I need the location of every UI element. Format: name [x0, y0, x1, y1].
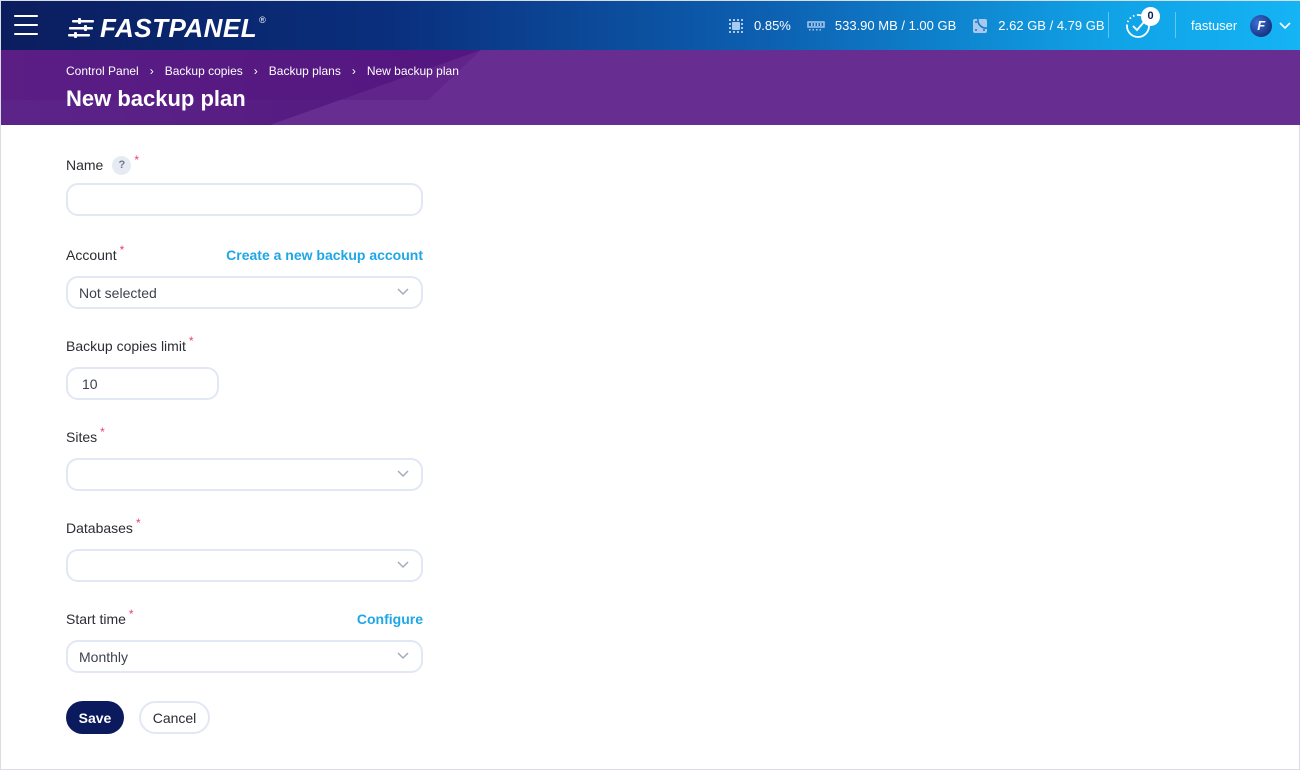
- account-field: Account * Create a new backup account No…: [66, 243, 423, 309]
- ram-icon: [807, 20, 825, 30]
- cpu-icon: [729, 18, 743, 33]
- breadcrumb-backup-plans[interactable]: Backup plans: [269, 64, 341, 78]
- disk-value: 2.62 GB / 4.79 GB: [998, 18, 1105, 33]
- cancel-button[interactable]: Cancel: [139, 701, 210, 734]
- user-menu[interactable]: fastuser F: [1191, 1, 1291, 50]
- divider: [1175, 12, 1176, 38]
- breadcrumb-current: New backup plan: [366, 64, 459, 78]
- databases-select[interactable]: [66, 549, 423, 582]
- required-mark: *: [134, 153, 140, 167]
- start-time-label: Start time: [66, 611, 126, 627]
- form-actions: Save Cancel: [66, 701, 210, 734]
- create-backup-account-link[interactable]: Create a new backup account: [226, 247, 423, 263]
- chevron-right-icon: ›: [351, 64, 356, 78]
- breadcrumb-control-panel[interactable]: Control Panel: [66, 64, 139, 78]
- account-select-value: Not selected: [79, 284, 157, 301]
- configure-link[interactable]: Configure: [357, 611, 423, 627]
- start-time-select-value: Monthly: [79, 648, 129, 665]
- backup-limit-field: Backup copies limit * 10: [66, 334, 423, 400]
- sites-field: Sites *: [66, 425, 423, 491]
- name-label: Name: [66, 157, 104, 173]
- backup-limit-input[interactable]: 10: [66, 367, 219, 400]
- disk-icon: [973, 18, 988, 33]
- databases-label: Databases: [66, 520, 133, 536]
- server-stats: 0.85% 533.90 MB / 1.00 GB 2.62 GB / 4.79…: [728, 1, 1121, 50]
- required-mark: *: [135, 516, 141, 530]
- start-time-select[interactable]: Monthly: [66, 640, 423, 673]
- databases-field: Databases *: [66, 516, 423, 582]
- cpu-stat: 0.85%: [728, 18, 791, 34]
- disk-stat: 2.62 GB / 4.79 GB: [972, 18, 1105, 34]
- page-title: New backup plan: [66, 86, 246, 111]
- required-mark: *: [188, 334, 194, 348]
- logo-text: FASTPANEL: [100, 13, 258, 43]
- chevron-right-icon: ›: [253, 64, 258, 78]
- divider: [1108, 12, 1109, 38]
- breadcrumb: Control Panel › Backup copies › Backup p…: [66, 64, 459, 78]
- save-button[interactable]: Save: [66, 701, 124, 734]
- chevron-down-icon: [1279, 21, 1291, 29]
- chevron-right-icon: ›: [149, 64, 154, 78]
- account-label: Account: [66, 247, 117, 263]
- required-mark: *: [128, 607, 134, 621]
- menu-icon[interactable]: [14, 15, 38, 35]
- logo-mark-icon: [68, 17, 94, 38]
- chevron-down-icon: [397, 652, 409, 660]
- chevron-down-icon: [397, 288, 409, 296]
- sites-select[interactable]: [66, 458, 423, 491]
- name-input[interactable]: [66, 183, 423, 216]
- name-field: Name ? *: [66, 153, 423, 216]
- tasks-count-badge: 0: [1141, 7, 1160, 26]
- sites-label: Sites: [66, 429, 98, 445]
- backup-limit-label: Backup copies limit: [66, 338, 186, 354]
- registered-mark: ®: [259, 15, 266, 25]
- logo[interactable]: FASTPANEL ®: [68, 13, 266, 44]
- ram-stat: 533.90 MB / 1.00 GB: [807, 18, 956, 33]
- cpu-value: 0.85%: [754, 18, 791, 33]
- username: fastuser: [1191, 18, 1238, 33]
- ram-value: 533.90 MB / 1.00 GB: [834, 18, 957, 33]
- start-time-field: Start time * Configure Monthly: [66, 607, 423, 673]
- avatar: F: [1250, 14, 1273, 37]
- help-icon[interactable]: ?: [112, 156, 132, 175]
- required-mark: *: [119, 243, 125, 257]
- breadcrumb-backup-copies[interactable]: Backup copies: [165, 64, 243, 78]
- account-select[interactable]: Not selected: [66, 276, 423, 309]
- top-bar: FASTPANEL ® 0.85% 533.90 MB / 1.00 GB 2.…: [1, 1, 1300, 50]
- page-header: Control Panel › Backup copies › Backup p…: [1, 50, 1300, 125]
- chevron-down-icon: [397, 561, 409, 569]
- required-mark: *: [100, 425, 105, 439]
- chevron-down-icon: [397, 470, 409, 478]
